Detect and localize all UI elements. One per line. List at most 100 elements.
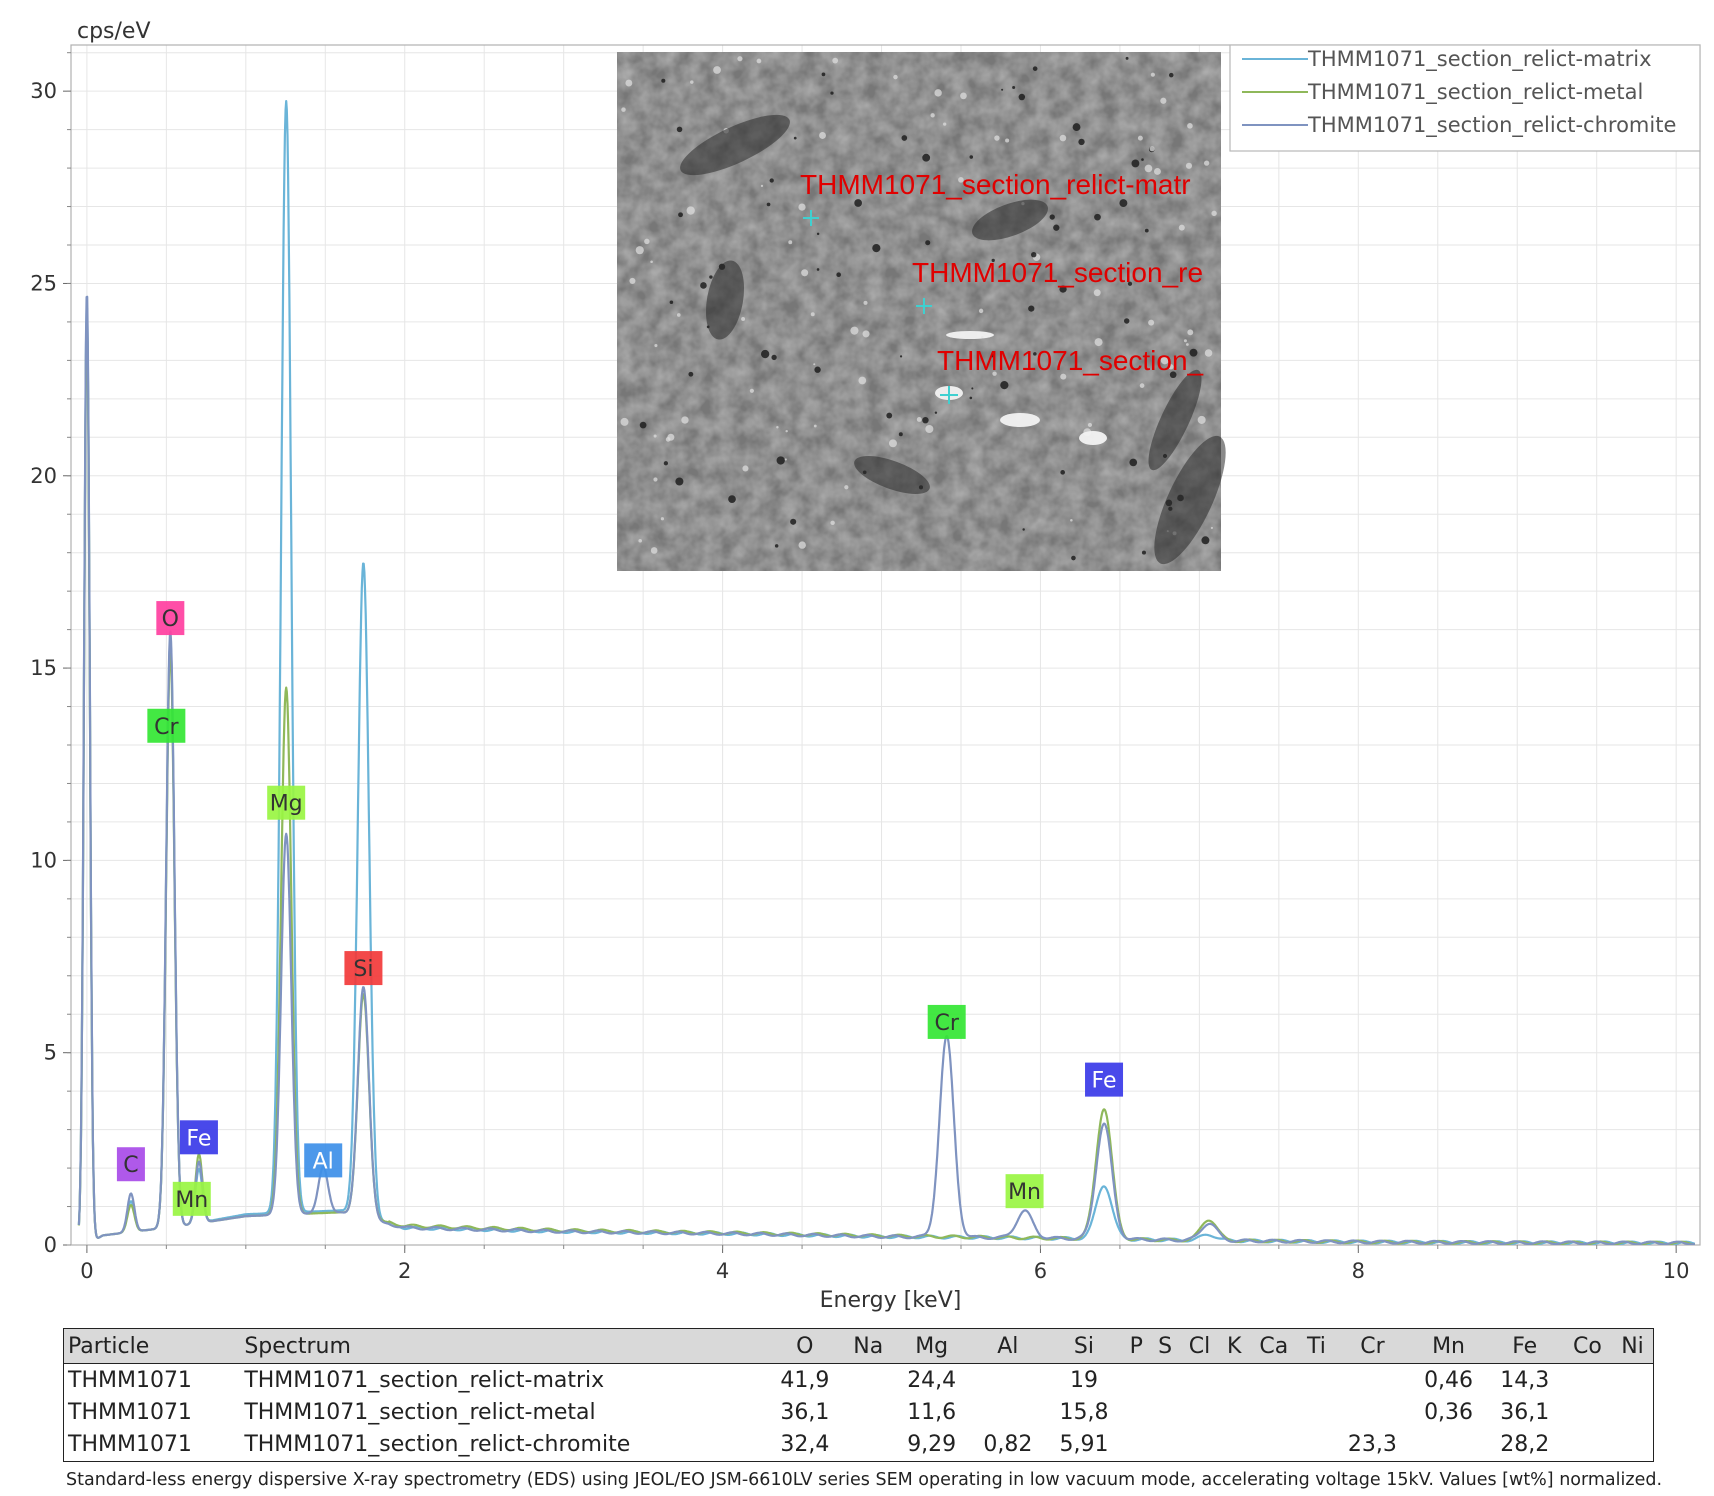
sem-particle: [813, 424, 817, 428]
sem-particle: [872, 244, 881, 253]
legend-label: THMM1071_section_relict-matrix: [1307, 47, 1652, 72]
table-cell: [1334, 1364, 1410, 1397]
table-cell: 19: [1069, 1367, 1098, 1393]
sem-particle: [821, 72, 826, 77]
sem-particle: [1150, 72, 1155, 77]
table-cell: [1122, 1364, 1150, 1397]
sem-particle: [925, 424, 934, 434]
peak-label-text: Fe: [1092, 1069, 1117, 1094]
table-cell: 11,6: [907, 1400, 957, 1426]
table-cell: 36,1: [1500, 1400, 1550, 1426]
sem-particle: [925, 240, 931, 246]
sem-particle: [832, 57, 839, 64]
sem-particle: [1210, 526, 1214, 529]
sem-particle: [886, 412, 893, 419]
y-tick-label: 10: [30, 848, 57, 872]
legend: THMM1071_section_relict-matrix THMM1071_s…: [1229, 44, 1701, 152]
peak-label: Cr: [147, 708, 186, 743]
sem-particle: [663, 461, 669, 466]
sem-particle: [969, 155, 974, 159]
sem-particle: [1201, 536, 1210, 545]
sem-particle: [621, 107, 626, 112]
sem-particle: [922, 416, 929, 424]
sem-particle: [653, 477, 658, 482]
sem-particle: [1028, 305, 1035, 312]
sem-particle: [661, 78, 666, 83]
sem-particle: [1141, 550, 1146, 555]
sem-particle: [814, 366, 821, 373]
sem-particle: [793, 136, 797, 140]
sem-particle: [774, 544, 779, 548]
table-cell: 0,36: [1424, 1400, 1474, 1426]
peak-label-text: Cr: [934, 1011, 959, 1036]
sem-particle: [1071, 555, 1076, 561]
sem-particle: [960, 92, 967, 100]
table-cell: 36,1: [780, 1400, 830, 1426]
sem-particle: [922, 153, 931, 162]
sem-particle: [801, 269, 809, 277]
table-header-cell: Ti: [1298, 1329, 1335, 1364]
table-cell: [970, 1364, 1046, 1397]
sem-particle: [784, 458, 787, 461]
sem-particle: [943, 122, 947, 126]
eds-spectrum-chart: 0 5 10 15 20 25 30 0 2 4 6 8 10 cps/eV Energy [keV] O C…: [30, 19, 1701, 1313]
table-cell: [1150, 1429, 1179, 1461]
table-cell: [843, 1396, 894, 1428]
peak-label: Cr: [927, 1004, 966, 1039]
sem-particle: [1078, 138, 1085, 146]
table-header-row: Particle Spectrum O Na Mg Al Si P S Cl K Ca Ti Cr Mn Fe…: [64, 1329, 1653, 1364]
table-header-cell: Particle: [64, 1329, 241, 1364]
peak-label: Mn: [172, 1181, 211, 1216]
sem-particle: [1049, 214, 1055, 220]
peak-label-text: Mn: [175, 1188, 208, 1213]
sem-image-inset: THMM1071_section_relict-matr THMM1071_se…: [617, 52, 1226, 571]
table-header-cell: K: [1219, 1329, 1250, 1364]
sem-particle: [761, 349, 770, 359]
sem-particle: [756, 58, 762, 64]
sem-particle: [653, 434, 657, 438]
sem-particle: [776, 426, 779, 429]
sem-particle: [844, 485, 849, 490]
sem-particle: [776, 456, 785, 465]
sem-particle: [1144, 228, 1149, 233]
table-header-cell: Al: [969, 1329, 1046, 1364]
sem-particle: [654, 343, 658, 348]
sem-particle: [1012, 85, 1016, 89]
sem-particle: [1148, 319, 1155, 326]
sem-particle: [771, 354, 777, 361]
sem-particle: [644, 238, 650, 245]
sem-particle: [813, 363, 816, 366]
peak-label-text: O: [162, 607, 179, 632]
sem-particle: [675, 477, 684, 486]
x-tick-label: 4: [716, 1259, 729, 1283]
sem-particle: [1211, 210, 1217, 217]
sem-particle: [1119, 199, 1128, 208]
y-tick-label: 0: [44, 1233, 57, 1257]
sem-particle: [788, 240, 793, 245]
sem-particle: [1183, 339, 1187, 343]
peak-label-text: Al: [313, 1149, 334, 1174]
sem-particle: [1123, 318, 1130, 324]
table-cell: [1612, 1429, 1653, 1461]
sem-particle: [1203, 160, 1210, 166]
table-cell: [1219, 1429, 1249, 1461]
sem-particle: [688, 371, 694, 377]
table-cell: 9,29: [907, 1432, 957, 1458]
table-cell: THMM1071_section_relict-matrix: [244, 1367, 605, 1393]
table-header-cell: Fe: [1486, 1329, 1563, 1364]
sem-particle: [700, 282, 707, 289]
table-cell: [1150, 1364, 1179, 1397]
y-tick-label: 20: [30, 464, 57, 488]
sem-label-chromite: THMM1071_section_: [937, 345, 1204, 376]
table-cell: [1298, 1396, 1334, 1428]
sem-particle: [681, 416, 689, 424]
table-cell: [1563, 1396, 1612, 1428]
table-cell: [1249, 1396, 1298, 1428]
sem-particle: [1022, 528, 1025, 531]
table-header-cell: Cl: [1179, 1329, 1220, 1364]
sem-particle: [1005, 138, 1010, 143]
table-header-cell: Na: [842, 1329, 894, 1364]
table-cell: [1249, 1429, 1298, 1461]
sem-particle: [830, 520, 835, 526]
x-tick-label: 0: [80, 1259, 93, 1283]
